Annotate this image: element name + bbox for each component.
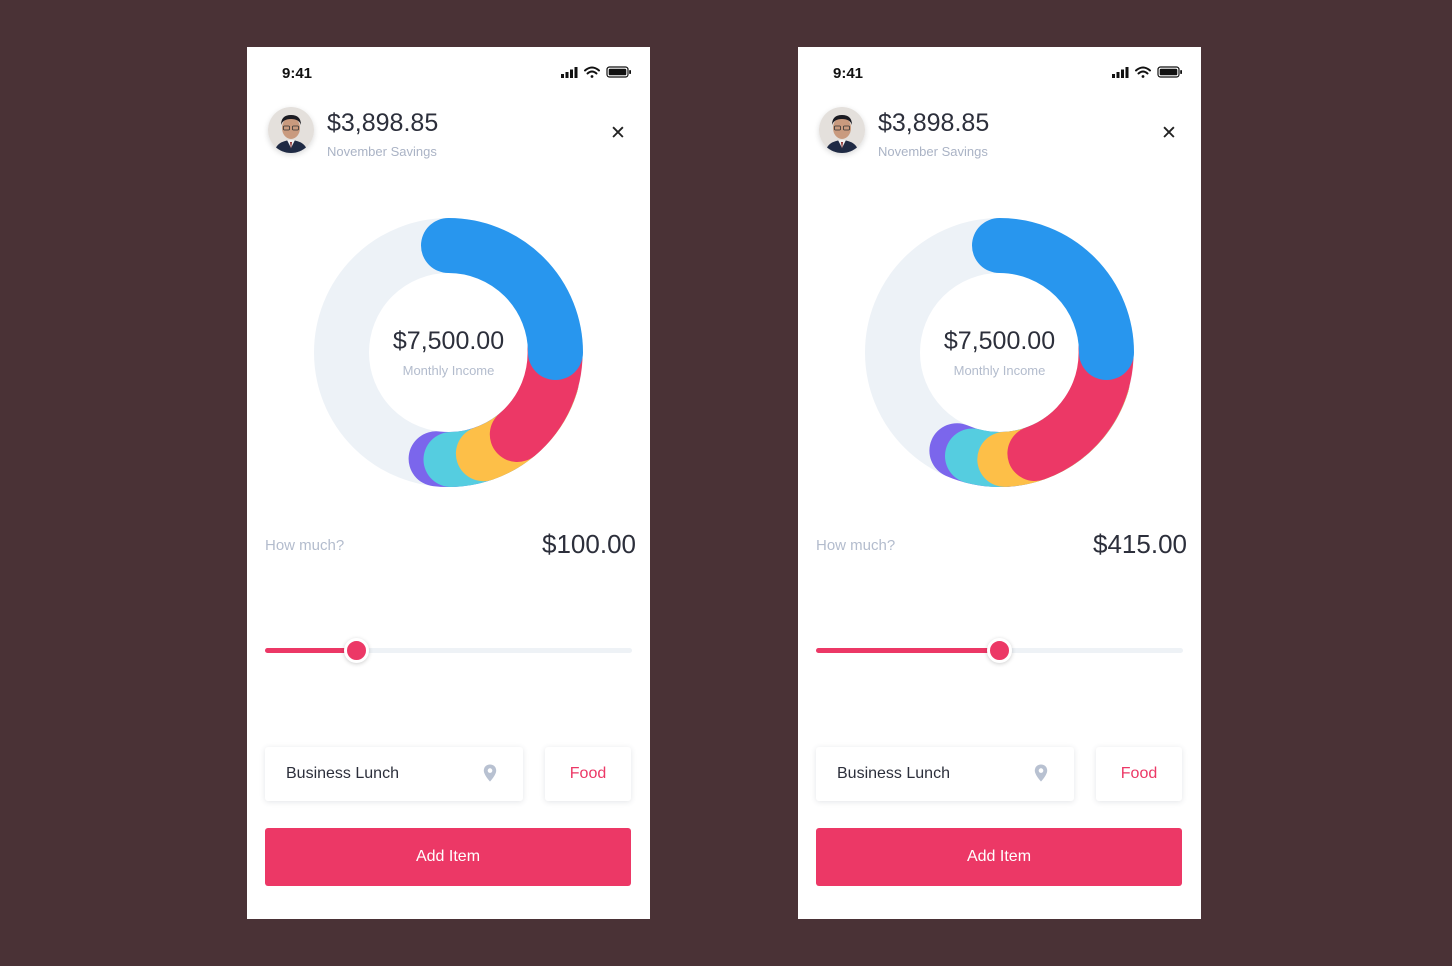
add-item-button[interactable]: Add Item xyxy=(816,828,1182,886)
amount-slider-thumb[interactable] xyxy=(344,638,370,663)
battery-icon xyxy=(606,66,631,78)
avatar[interactable] xyxy=(819,107,865,153)
avatar[interactable] xyxy=(268,107,314,153)
close-icon[interactable]: ✕ xyxy=(1158,123,1180,145)
amount-value: $100.00 xyxy=(542,529,636,559)
phone-screen-1: 9:41 $3,898.85 November Savings ✕ $7,500… xyxy=(247,47,650,919)
how-much-label: How much? xyxy=(816,537,896,554)
status-icons xyxy=(1112,66,1182,78)
monthly-income-label: Monthly Income xyxy=(953,363,1046,378)
monthly-income-label: Monthly Income xyxy=(402,363,495,378)
description-field[interactable]: Business Lunch xyxy=(265,747,523,801)
savings-amount: $3,898.85 xyxy=(878,109,990,137)
monthly-income-amount: $7,500.00 xyxy=(943,327,1056,355)
how-much-label: How much? xyxy=(265,537,345,554)
add-item-button[interactable]: Add Item xyxy=(265,828,631,886)
map-pin-icon[interactable] xyxy=(483,764,497,782)
amount-slider-thumb[interactable] xyxy=(987,638,1012,663)
status-time: 9:41 xyxy=(833,65,864,82)
wifi-icon xyxy=(1135,66,1151,78)
savings-label: November Savings xyxy=(878,144,988,159)
description-field[interactable]: Business Lunch xyxy=(816,747,1074,801)
signal-icon xyxy=(561,67,578,78)
amount-slider-fill xyxy=(265,648,357,653)
category-button[interactable]: Food xyxy=(545,747,631,801)
savings-label: November Savings xyxy=(327,144,437,159)
close-icon[interactable]: ✕ xyxy=(607,123,629,145)
description-value: Business Lunch xyxy=(837,765,950,782)
savings-amount: $3,898.85 xyxy=(327,109,439,137)
amount-slider-fill xyxy=(816,648,1000,653)
map-pin-icon[interactable] xyxy=(1034,764,1048,782)
status-time: 9:41 xyxy=(282,65,313,82)
phone-screen-2: 9:41 $3,898.85 November Savings ✕ $7,500… xyxy=(798,47,1201,919)
category-button[interactable]: Food xyxy=(1096,747,1182,801)
description-value: Business Lunch xyxy=(286,765,399,782)
amount-value: $415.00 xyxy=(1093,529,1187,559)
signal-icon xyxy=(1112,67,1129,78)
wifi-icon xyxy=(584,66,600,78)
status-icons xyxy=(561,66,631,78)
battery-icon xyxy=(1157,66,1182,78)
monthly-income-amount: $7,500.00 xyxy=(392,327,505,355)
